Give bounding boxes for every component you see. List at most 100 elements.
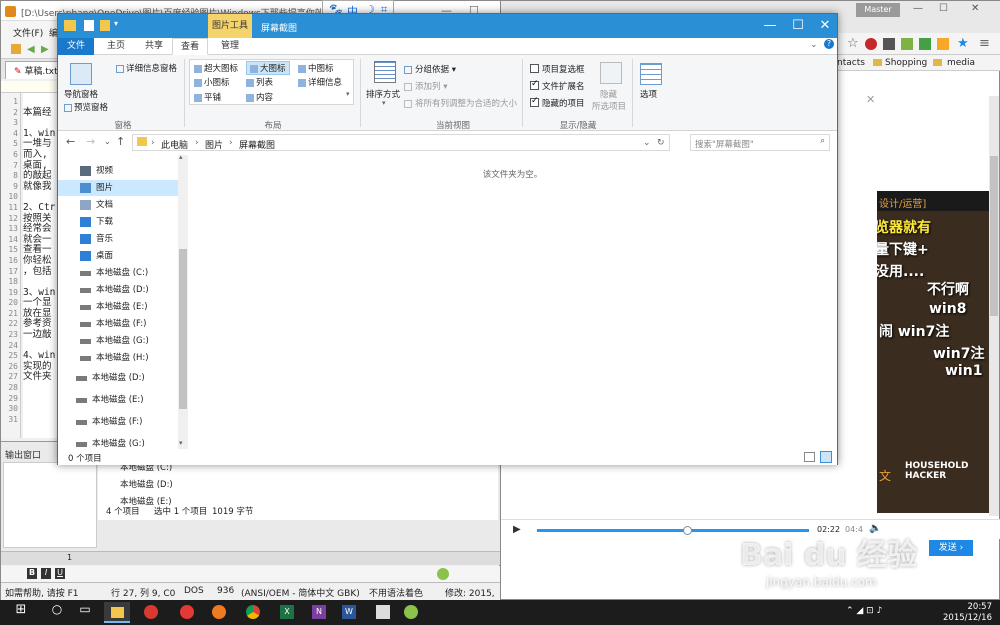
chevron-down-icon[interactable]: ▾ bbox=[114, 19, 118, 28]
maximize-button[interactable]: ☐ bbox=[784, 17, 812, 35]
view-details[interactable]: 详细信息 bbox=[298, 76, 342, 88]
page-scrollbar[interactable] bbox=[989, 96, 999, 516]
nav-item[interactable]: 桌面 bbox=[58, 248, 178, 264]
hidden-items-toggle[interactable]: 隐藏的项目 bbox=[530, 96, 585, 109]
nav-item[interactable]: 视频 bbox=[58, 163, 178, 179]
nav-item[interactable]: 本地磁盘 (G:) bbox=[58, 333, 178, 349]
forward-arrow-icon[interactable]: ▶ bbox=[41, 44, 49, 55]
nav-item[interactable]: 本地磁盘 (E:) bbox=[58, 299, 178, 315]
breadcrumb-pictures[interactable]: 图片 bbox=[205, 138, 223, 151]
menu-icon[interactable]: ≡ bbox=[979, 36, 990, 51]
file-list-area[interactable]: 该文件夹为空。 bbox=[188, 155, 837, 449]
preview-pane-button[interactable]: 预览窗格 bbox=[64, 101, 108, 113]
view-content[interactable]: 内容 bbox=[246, 91, 273, 103]
page-tab[interactable]: 1 bbox=[67, 553, 72, 562]
taskbar-app[interactable] bbox=[398, 602, 424, 623]
item-checkboxes-toggle[interactable]: 项目复选框 bbox=[530, 63, 585, 75]
taskbar-file-explorer[interactable] bbox=[104, 602, 130, 623]
taskbar-excel[interactable]: X bbox=[274, 602, 300, 623]
file-extensions-toggle[interactable]: 文件扩展名 bbox=[530, 79, 585, 92]
view-tiles[interactable]: 平铺 bbox=[194, 91, 221, 103]
menu-file[interactable]: 文件(F) bbox=[13, 26, 43, 39]
taskbar-onenote[interactable]: N bbox=[306, 602, 332, 623]
nav-pane-button[interactable]: 导航窗格 bbox=[64, 88, 98, 100]
navigation-pane-scrollbar-thumb[interactable] bbox=[179, 249, 187, 409]
nav-item[interactable]: 音乐 bbox=[58, 231, 178, 247]
fit-columns-button[interactable]: 将所有列调整为合适的大小 bbox=[404, 97, 517, 109]
video-frame[interactable]: 设计/运营] 览器就有 量下键+ 没用.... 不行啊 win8 闹 win7注… bbox=[877, 191, 989, 513]
nav-item[interactable]: 本地磁盘 (E:) bbox=[58, 392, 178, 408]
extension-icon[interactable] bbox=[937, 38, 949, 50]
properties-icon[interactable] bbox=[84, 20, 94, 31]
hide-button[interactable]: 隐藏 bbox=[600, 88, 617, 100]
browser-restore-button[interactable]: ☐ bbox=[939, 3, 948, 14]
search-icon[interactable]: ⌕ bbox=[820, 136, 825, 146]
page-scrollbar-thumb[interactable] bbox=[990, 156, 998, 316]
nav-item[interactable]: 本地磁盘 (C:) bbox=[58, 265, 178, 281]
back-arrow-icon[interactable]: ◀ bbox=[27, 44, 35, 55]
extension-icon[interactable] bbox=[919, 38, 931, 50]
taskbar-word[interactable]: W bbox=[336, 602, 362, 623]
tray-icons[interactable]: ⌃ ◢ ⊡ ♪ bbox=[846, 606, 882, 616]
navigation-pane-scrollbar[interactable]: ▴ ▾ bbox=[178, 153, 188, 449]
progress-knob[interactable] bbox=[683, 526, 692, 535]
search-input[interactable]: 搜索"屏幕截图" ⌕ bbox=[690, 134, 830, 151]
search-icon[interactable]: ○ bbox=[44, 602, 70, 623]
bookmark-media[interactable]: media bbox=[947, 58, 975, 68]
options-button[interactable]: 选项 bbox=[640, 88, 657, 100]
address-bar[interactable]: › 此电脑 › 图片 › 屏幕截图 ⌄ ↻ bbox=[132, 134, 670, 151]
start-windows-icon[interactable]: ⊞ bbox=[8, 602, 34, 623]
underline-icon[interactable]: U bbox=[55, 568, 65, 579]
view-list[interactable]: 列表 bbox=[246, 76, 273, 88]
minimize-button[interactable]: — bbox=[756, 17, 784, 35]
sort-by-icon[interactable] bbox=[374, 61, 396, 83]
bookmark-star-icon[interactable]: ☆ bbox=[847, 36, 859, 51]
options-icon[interactable] bbox=[640, 63, 662, 85]
nav-item[interactable]: 本地磁盘 (F:) bbox=[58, 316, 178, 332]
close-icon[interactable]: ✕ bbox=[866, 93, 875, 106]
qr-code-icon[interactable] bbox=[883, 38, 895, 50]
new-folder-icon[interactable] bbox=[100, 20, 110, 31]
nav-item[interactable]: 本地磁盘 (F:) bbox=[58, 414, 178, 430]
nav-item[interactable]: 本地磁盘 (D:) bbox=[58, 370, 178, 386]
refresh-icon[interactable]: ↻ bbox=[657, 138, 665, 148]
taskbar-netease-music[interactable] bbox=[138, 602, 164, 623]
tab-file[interactable]: 文件 bbox=[58, 38, 94, 55]
details-pane-button[interactable]: 详细信息窗格 bbox=[116, 62, 177, 74]
help-icon[interactable]: ? bbox=[824, 39, 834, 49]
tab-share[interactable]: 共享 bbox=[136, 38, 172, 55]
close-button[interactable]: ✕ bbox=[811, 17, 839, 35]
bold-icon[interactable]: B bbox=[27, 568, 37, 579]
bookmark-contacts[interactable]: ntacts bbox=[837, 58, 865, 68]
ribbon-collapse-icon[interactable]: ⌄ bbox=[810, 40, 818, 50]
nav-item[interactable]: 下载 bbox=[58, 214, 178, 230]
system-clock[interactable]: 20:57 2015/12/16 bbox=[943, 602, 992, 624]
add-columns-button[interactable]: 添加列 ▾ bbox=[404, 80, 447, 92]
nav-item[interactable]: 本地磁盘 (D:) bbox=[58, 282, 178, 298]
back-arrow-icon[interactable]: ← bbox=[66, 135, 75, 148]
scroll-up-icon[interactable]: ▴ bbox=[179, 153, 183, 161]
details-view-icon[interactable] bbox=[804, 452, 815, 462]
tab-view[interactable]: 查看 bbox=[172, 38, 208, 55]
star-extension-icon[interactable]: ★ bbox=[957, 36, 969, 51]
task-view-icon[interactable]: ▭ bbox=[72, 602, 98, 623]
group-by-button[interactable]: 分组依据 ▾ bbox=[404, 63, 456, 75]
globe-icon[interactable] bbox=[437, 568, 449, 580]
view-large-icons[interactable]: 大图标 bbox=[246, 61, 290, 75]
scroll-down-icon[interactable]: ▾ bbox=[179, 439, 183, 447]
taskbar-chrome[interactable] bbox=[240, 602, 266, 623]
address-dropdown-icon[interactable]: ⌄ bbox=[643, 138, 651, 148]
chevron-down-icon[interactable]: ▾ bbox=[382, 99, 386, 107]
open-icon[interactable] bbox=[11, 44, 21, 54]
tab-home[interactable]: 主页 bbox=[98, 38, 134, 55]
recent-chevron-icon[interactable]: ⌄ bbox=[104, 137, 111, 146]
italic-icon[interactable]: I bbox=[41, 568, 51, 579]
bookmark-shopping[interactable]: Shopping bbox=[885, 58, 927, 68]
breadcrumb-this-pc[interactable]: 此电脑 bbox=[161, 138, 188, 151]
drive-item[interactable]: 本地磁盘 (D:) bbox=[120, 478, 173, 490]
forward-arrow-icon[interactable]: → bbox=[86, 135, 95, 148]
gallery-more-icon[interactable]: ▾ bbox=[346, 90, 350, 98]
profile-badge[interactable]: Master bbox=[856, 3, 900, 17]
taskbar-app[interactable] bbox=[370, 602, 396, 623]
view-extra-large-icons[interactable]: 超大图标 bbox=[194, 62, 238, 74]
